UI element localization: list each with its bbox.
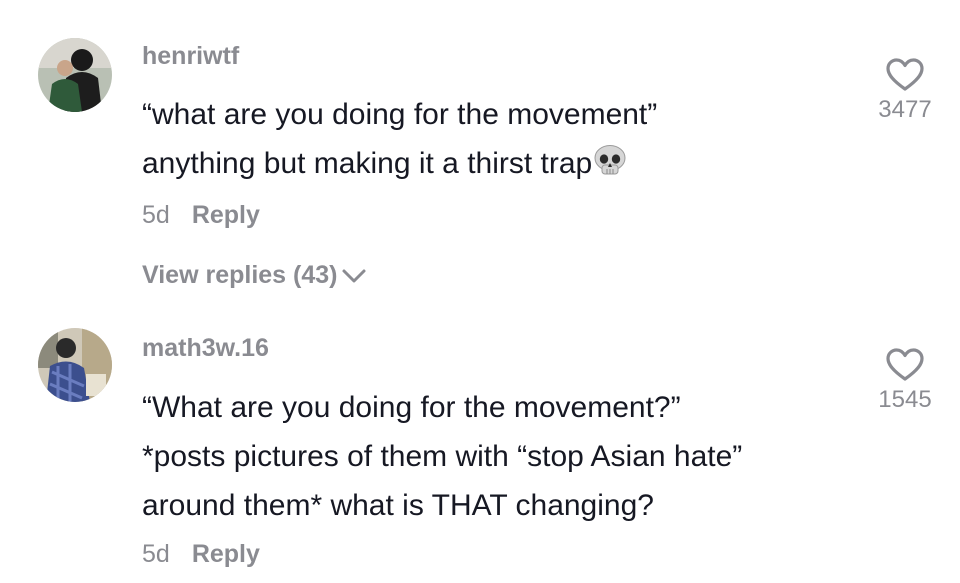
- skull-emoji-icon: [593, 143, 627, 192]
- comment-meta: 5d Reply: [142, 201, 260, 230]
- like-count: 3477: [878, 96, 932, 123]
- heart-outline-icon[interactable]: [886, 348, 924, 382]
- like-control: 1545: [860, 348, 950, 414]
- like-count: 1545: [878, 386, 932, 413]
- comment-text-line: *posts pictures of them with “stop Asian…: [142, 440, 743, 473]
- like-control: 3477: [860, 58, 950, 124]
- comment-timestamp: 5d: [142, 540, 170, 568]
- reply-button[interactable]: Reply: [192, 201, 260, 229]
- comment-text-line: “what are you doing for the movement”: [142, 98, 658, 131]
- comment-text-line: “What are you doing for the movement?”: [142, 391, 681, 424]
- comment-username[interactable]: henriwtf: [142, 42, 239, 71]
- comment-text-line: anything but making it a thirst trap: [142, 139, 657, 192]
- chevron-down-icon: [342, 269, 366, 283]
- view-replies-label: View replies (43): [142, 261, 338, 289]
- avatar[interactable]: [38, 328, 112, 402]
- comment-timestamp: 5d: [142, 201, 170, 229]
- view-replies-button[interactable]: View replies (43): [142, 261, 367, 290]
- comment-text: “What are you doing for the movement?” *…: [142, 383, 742, 530]
- comment-username[interactable]: math3w.16: [142, 334, 269, 363]
- comment-meta: 5d Reply: [142, 540, 260, 569]
- comment-text-line: around them* what is THAT changing?: [142, 489, 654, 522]
- avatar[interactable]: [38, 38, 112, 112]
- comment-text: “what are you doing for the movement” an…: [142, 90, 657, 192]
- heart-outline-icon[interactable]: [886, 58, 924, 92]
- reply-button[interactable]: Reply: [192, 540, 260, 568]
